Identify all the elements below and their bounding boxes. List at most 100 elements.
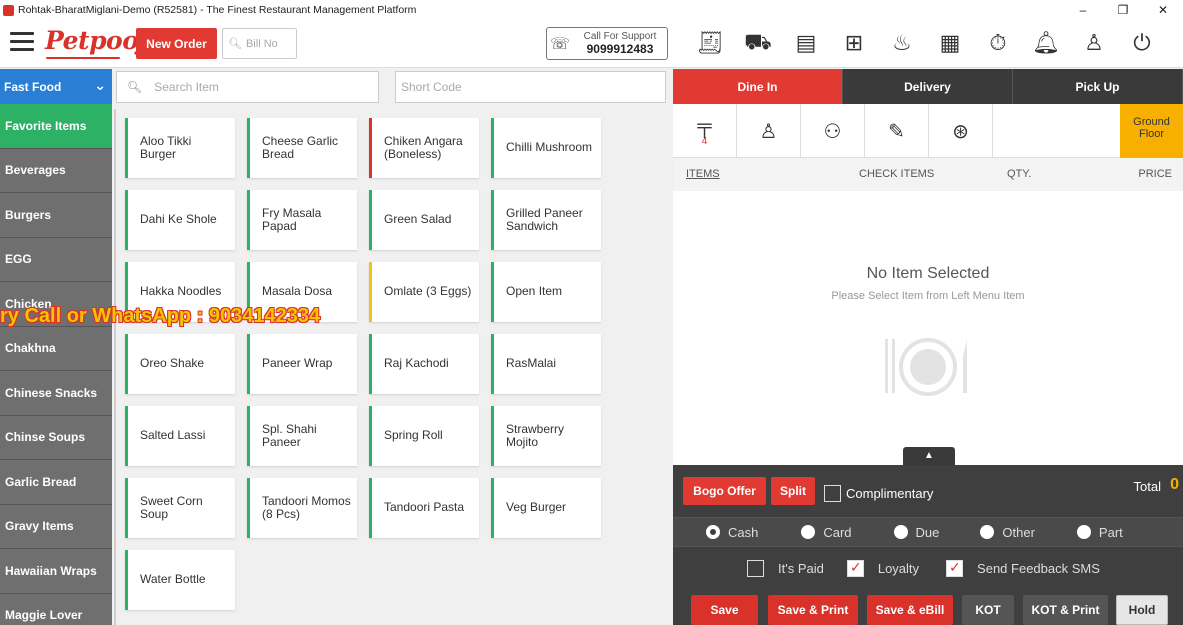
empty-state-title: No Item Selected — [866, 265, 990, 282]
bell-icon[interactable]: 🔔︎ — [1022, 24, 1070, 62]
category-item[interactable]: Favorite Items — [0, 104, 112, 149]
menu-item-tile[interactable]: Sweet Corn Soup — [125, 478, 235, 538]
power-icon[interactable]: ⏻ — [1118, 24, 1166, 62]
menu-item-tile[interactable]: Water Bottle — [125, 550, 235, 610]
kot-print-button[interactable]: KOT & Print — [1023, 595, 1108, 625]
save-button[interactable]: Save — [691, 595, 758, 625]
kot-button[interactable]: KOT — [962, 595, 1014, 625]
menu-item-tile[interactable]: Fry Masala Papad — [247, 190, 357, 250]
payment-due-radio[interactable]: Due — [893, 524, 940, 540]
category-item[interactable]: Maggie Lover — [0, 593, 112, 625]
total-label: Total — [1133, 479, 1161, 494]
menu-item-tile[interactable]: Salted Lassi — [125, 406, 235, 466]
menu-item-tile[interactable]: Green Salad — [369, 190, 479, 250]
delivery-icon[interactable]: ⛟ — [734, 24, 782, 62]
bill-no-input[interactable]: 🔍︎ Bill No — [222, 28, 297, 59]
complimentary-checkbox[interactable]: Complimentary — [824, 485, 933, 502]
menu-item-tile[interactable]: Dahi Ke Shole — [125, 190, 235, 250]
new-order-button[interactable]: New Order — [136, 28, 217, 59]
menu-item-tile[interactable]: Open Item — [491, 262, 601, 322]
search-item-input[interactable]: 🔍︎ Search Item — [116, 71, 379, 103]
note-button[interactable]: ✎ — [865, 104, 929, 158]
payment-label: Other — [1002, 524, 1035, 540]
bogo-offer-button[interactable]: Bogo Offer — [683, 477, 766, 505]
action-buttons: Save Save & Print Save & eBill KOT KOT &… — [673, 593, 1183, 625]
complimentary-label: Complimentary — [846, 486, 934, 501]
close-button[interactable]: ✕ — [1143, 0, 1183, 20]
menu-item-tile[interactable]: Paneer Wrap — [247, 334, 357, 394]
menu-item-tile[interactable]: Strawberry Mojito — [491, 406, 601, 466]
grid-icon[interactable]: ⊞ — [830, 24, 878, 62]
category-item[interactable]: Chinese Snacks — [0, 371, 112, 416]
support-box[interactable]: ☏ Call For Support 9099912483 — [546, 27, 668, 60]
menu-item-tile[interactable]: Spl. Shahi Paneer — [247, 406, 357, 466]
table-count: 4 — [701, 136, 708, 147]
category-item[interactable]: Gravy Items — [0, 504, 112, 549]
menu-item-tile[interactable]: Cheese Garlic Bread — [247, 118, 357, 178]
user-icon[interactable]: ♙ — [1070, 24, 1118, 62]
menu-item-tile[interactable]: Aloo Tikki Burger — [125, 118, 235, 178]
menu-item-tile[interactable]: Spring Roll — [369, 406, 479, 466]
menu-item-tile[interactable]: Veg Burger — [491, 478, 601, 538]
col-items[interactable]: ITEMS — [686, 168, 720, 180]
timer-icon[interactable]: ⏱︎ — [974, 24, 1022, 62]
divider — [114, 109, 116, 625]
tab-pick-up[interactable]: Pick Up — [1013, 69, 1183, 104]
save-print-button[interactable]: Save & Print — [768, 595, 858, 625]
tab-delivery[interactable]: Delivery — [843, 69, 1013, 104]
short-code-input[interactable]: Short Code — [395, 71, 666, 103]
chef-icon[interactable]: ♨ — [878, 24, 926, 62]
payment-cash-radio[interactable]: Cash — [706, 525, 758, 540]
menu-item-tile[interactable]: Grilled Paneer Sandwich — [491, 190, 601, 250]
category-item[interactable]: Chinse Soups — [0, 415, 112, 460]
menu-item-tile[interactable]: Raj Kachodi — [369, 334, 479, 394]
payment-other-radio[interactable]: Other — [980, 525, 1035, 540]
tab-dine-in[interactable]: Dine In — [673, 69, 843, 104]
its-paid-checkbox[interactable]: It's Paid — [747, 559, 824, 577]
save-ebill-button[interactable]: Save & eBill — [867, 595, 953, 625]
menu-item-tile[interactable]: Tandoori Pasta — [369, 478, 479, 538]
app-header: Petpooja New Order 🔍︎ Bill No ☏ Call For… — [0, 20, 1183, 68]
hamburger-menu-icon[interactable] — [10, 32, 34, 52]
area-button[interactable]: Ground Floor — [1120, 104, 1183, 158]
category-item[interactable]: Hawaiian Wraps — [0, 549, 112, 594]
order-columns-header: ITEMS CHECK ITEMS QTY. PRICE — [673, 158, 1183, 191]
category-item[interactable]: Burgers — [0, 193, 112, 238]
maximize-button[interactable]: ❐ — [1103, 0, 1143, 20]
user-icon: ♙ — [759, 120, 778, 143]
plate-cutlery-icon — [885, 338, 967, 396]
menu-item-tile[interactable]: Tandoori Momos (8 Pcs) — [247, 478, 357, 538]
loyalty-checkbox[interactable]: Loyalty — [846, 559, 920, 577]
chevron-up-icon[interactable]: ▲ — [903, 447, 955, 465]
menu-item-tile[interactable]: Omlate (3 Eggs) — [369, 262, 479, 322]
menu-item-tile[interactable]: Chiken Angara (Boneless) — [369, 118, 479, 178]
menu-item-tile[interactable]: Oreo Shake — [125, 334, 235, 394]
category-item[interactable]: Garlic Bread — [0, 460, 112, 505]
kot-icon[interactable]: ▤ — [782, 24, 830, 62]
payment-card-radio[interactable]: Card — [801, 525, 852, 540]
hold-button[interactable]: Hold — [1116, 595, 1168, 625]
window-titlebar: Rohtak-BharatMiglani-Demo (R52581) - The… — [0, 0, 1183, 20]
menu-item-tile[interactable]: Chilli Mushroom — [491, 118, 601, 178]
category-item[interactable]: Chakhna — [0, 326, 112, 371]
order-footer: Bogo Offer Split Complimentary Total 0 C… — [673, 465, 1183, 625]
menu-item-tile[interactable]: RasMalai — [491, 334, 601, 394]
orders-icon[interactable]: ▦ — [926, 24, 974, 62]
feedback-sms-checkbox[interactable]: Send Feedback SMS — [946, 559, 1100, 577]
receipt-icon[interactable]: 🧾︎ — [686, 24, 734, 62]
loyalty-label: Loyalty — [877, 560, 920, 576]
split-button[interactable]: Split — [771, 477, 815, 505]
payment-part-radio[interactable]: Part — [1076, 525, 1123, 540]
minimize-button[interactable]: – — [1063, 0, 1103, 20]
radio-icon — [1076, 525, 1091, 539]
category-item[interactable]: EGG — [0, 237, 112, 282]
offer-button[interactable]: ⊛ — [929, 104, 993, 158]
table-button[interactable]: ╤ 4 — [673, 104, 737, 158]
bill-no-placeholder: Bill No — [245, 37, 278, 50]
category-item[interactable]: Beverages — [0, 148, 112, 193]
category-group-dropdown[interactable]: Fast Food ⌄ — [0, 69, 112, 104]
payment-label: Due — [915, 524, 940, 540]
customer-button[interactable]: ♙ — [737, 104, 801, 158]
persons-button[interactable]: ⚇ — [801, 104, 865, 158]
search-icon: 🔍︎ — [228, 38, 242, 50]
